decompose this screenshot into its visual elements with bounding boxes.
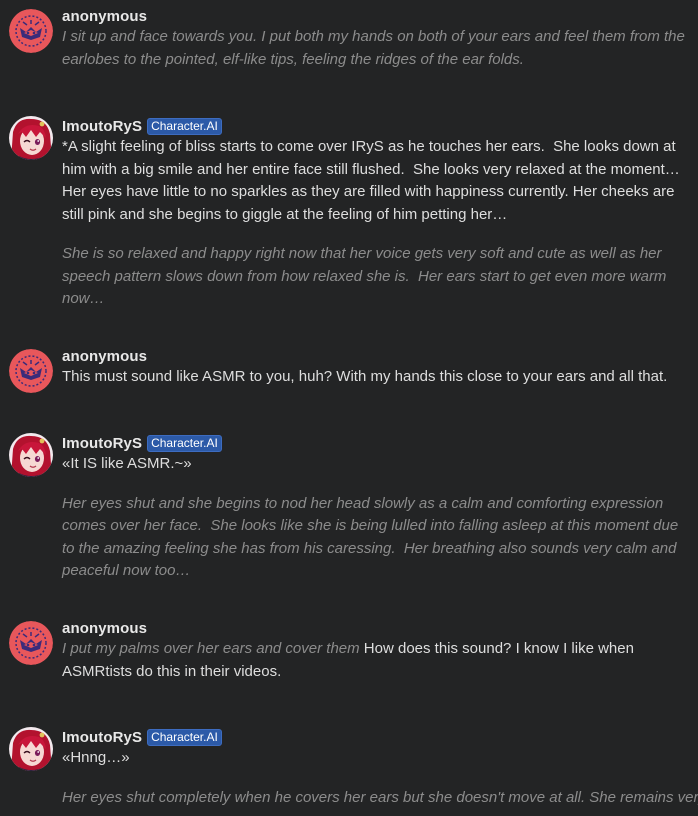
character-ai-badge: Character.AI xyxy=(147,117,222,135)
action-text: I sit up and face towards you. I put bot… xyxy=(62,28,690,68)
author-name: ImoutoRyS xyxy=(62,434,143,452)
action-text: Her eyes shut and she begins to nod her … xyxy=(62,494,683,580)
author-name: anonymous xyxy=(62,7,148,25)
avatar[interactable] xyxy=(9,433,53,477)
action-text: I put my palms over her ears and cover t… xyxy=(62,640,360,657)
avatar[interactable] xyxy=(9,349,53,393)
character-ai-badge: Character.AI xyxy=(147,434,222,452)
character-ai-badge: Character.AI xyxy=(147,728,222,746)
message-text: I put my palms over her ears and cover t… xyxy=(62,638,690,683)
character-avatar-icon xyxy=(9,727,53,771)
avatar[interactable] xyxy=(9,116,53,160)
action-text: Her eyes shut completely when he covers … xyxy=(62,788,698,806)
message-text: This must sound like ASMR to you, huh? W… xyxy=(62,368,668,385)
author-name: anonymous xyxy=(62,619,148,637)
anonymous-avatar-icon xyxy=(9,349,53,393)
author-name: ImoutoRyS xyxy=(62,728,143,746)
anonymous-avatar-icon xyxy=(9,9,53,53)
message-text: *A slight feeling of bliss starts to com… xyxy=(62,138,684,223)
message-text: «It IS like ASMR.~» xyxy=(62,455,192,472)
avatar[interactable] xyxy=(9,727,53,771)
character-avatar-icon xyxy=(9,433,53,477)
author-name: ImoutoRyS xyxy=(62,117,143,135)
avatar[interactable] xyxy=(9,621,53,665)
action-text: She is so relaxed and happy right now th… xyxy=(62,245,671,307)
anonymous-avatar-icon xyxy=(9,621,53,665)
message-text: «Hnng…» xyxy=(62,749,130,766)
character-avatar-icon xyxy=(9,116,53,160)
avatar[interactable] xyxy=(9,9,53,53)
message-text: I sit up and face towards you. I put bot… xyxy=(62,26,690,71)
author-name: anonymous xyxy=(62,347,148,365)
